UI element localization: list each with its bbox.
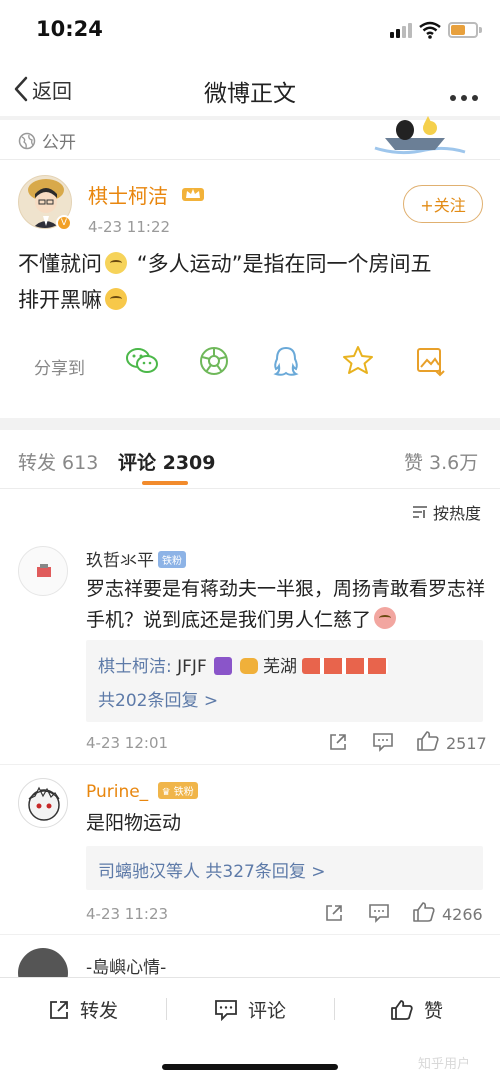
surprised-emoji-icon (105, 288, 127, 310)
post-text: 不懂就问 “多人运动”是指在同一个房间五 排开黑嘛 (18, 252, 432, 312)
globe-icon (18, 132, 36, 149)
battery-icon (448, 22, 478, 38)
watermark: 知乎用户 (418, 1057, 471, 1072)
comment-icon[interactable] (368, 903, 390, 923)
repost-icon (50, 1000, 68, 1019)
reply-preview[interactable]: 司螭驰汉等人 共327条回复 > (86, 846, 483, 890)
moments-icon[interactable] (196, 343, 232, 379)
like-count: 4266 (442, 905, 483, 924)
wechat-icon[interactable] (124, 343, 160, 379)
reply-count-link[interactable]: 共202条回复 > (98, 686, 218, 711)
grin-emoji-icon (374, 607, 397, 629)
crown-icon: ♛ (161, 787, 171, 798)
fan-badge: ♛ 铁粉 (157, 782, 198, 799)
comment-time: 4-23 11:23 (86, 905, 169, 923)
reply-count-link[interactable]: 共327条回复 > (205, 862, 325, 882)
like-icon (391, 999, 413, 1020)
emoji-row-icon (302, 658, 389, 674)
section-divider (0, 418, 500, 430)
comment-icon[interactable] (372, 732, 394, 752)
home-indicator[interactable] (162, 1064, 338, 1070)
save-image-icon[interactable] (412, 343, 448, 379)
status-bar: 10:24 (0, 0, 500, 60)
sort-button[interactable]: 按热度 (412, 500, 481, 524)
fan-badge: 铁粉 (158, 551, 186, 568)
share-icon[interactable] (328, 732, 348, 752)
divider (0, 488, 500, 489)
comment-author[interactable]: -島嶼心情- (86, 953, 166, 978)
verified-badge-icon: V (56, 215, 72, 231)
visibility-label: 公开 (18, 128, 76, 153)
like-icon[interactable] (416, 730, 440, 752)
repost-button[interactable]: 转发 (48, 996, 118, 1023)
like-button[interactable]: 赞 (390, 996, 443, 1023)
avatar[interactable] (18, 778, 68, 828)
comment-author[interactable]: 玖哲氺平 铁粉 (86, 546, 186, 571)
divider (0, 764, 500, 765)
divider (0, 934, 500, 935)
fist-emoji-icon (239, 658, 258, 674)
favorite-star-icon[interactable] (340, 343, 376, 379)
tab-repost[interactable]: 转发 613 (18, 448, 98, 475)
page-title: 微博正文 (204, 81, 296, 107)
comment-icon (215, 999, 237, 1021)
reply-preview[interactable]: 棋士柯洁: JFJF 芜湖 共202条回复 > (86, 640, 483, 722)
share-icon[interactable] (324, 903, 344, 923)
comment-text: 是阳物运动 (86, 812, 182, 834)
comment-button[interactable]: 评论 (214, 996, 286, 1023)
thinking-emoji-icon (105, 252, 127, 274)
avatar[interactable] (18, 546, 68, 596)
tab-indicator (142, 481, 188, 485)
comment-time: 4-23 12:01 (86, 734, 169, 752)
post-time: 4-23 11:22 (88, 218, 171, 236)
follow-button[interactable]: +关注 (403, 185, 483, 223)
author-name[interactable]: 棋士柯洁 (88, 180, 168, 209)
boat-illustration (374, 116, 466, 155)
qq-icon[interactable] (268, 343, 304, 379)
comment-author[interactable]: Purine_ ♛ 铁粉 (86, 782, 198, 802)
tab-comment[interactable]: 评论 2309 (118, 448, 216, 475)
like-icon[interactable] (412, 901, 436, 923)
comment-text: 罗志祥要是有蒋劲夫一半狠，周扬青敢看罗志祥手机？说到底还是我们男人仁慈了 (86, 578, 486, 631)
like-count: 2517 (446, 734, 487, 753)
share-label: 分享到 (34, 359, 85, 379)
wifi-icon (419, 21, 441, 39)
person-icon (214, 657, 233, 675)
fan-crown-icon (182, 188, 204, 201)
divider (0, 159, 500, 160)
sort-icon (413, 506, 427, 518)
status-time: 10:24 (36, 17, 103, 41)
tab-like[interactable]: 赞 3.6万 (404, 448, 478, 475)
more-icon[interactable] (450, 86, 483, 105)
